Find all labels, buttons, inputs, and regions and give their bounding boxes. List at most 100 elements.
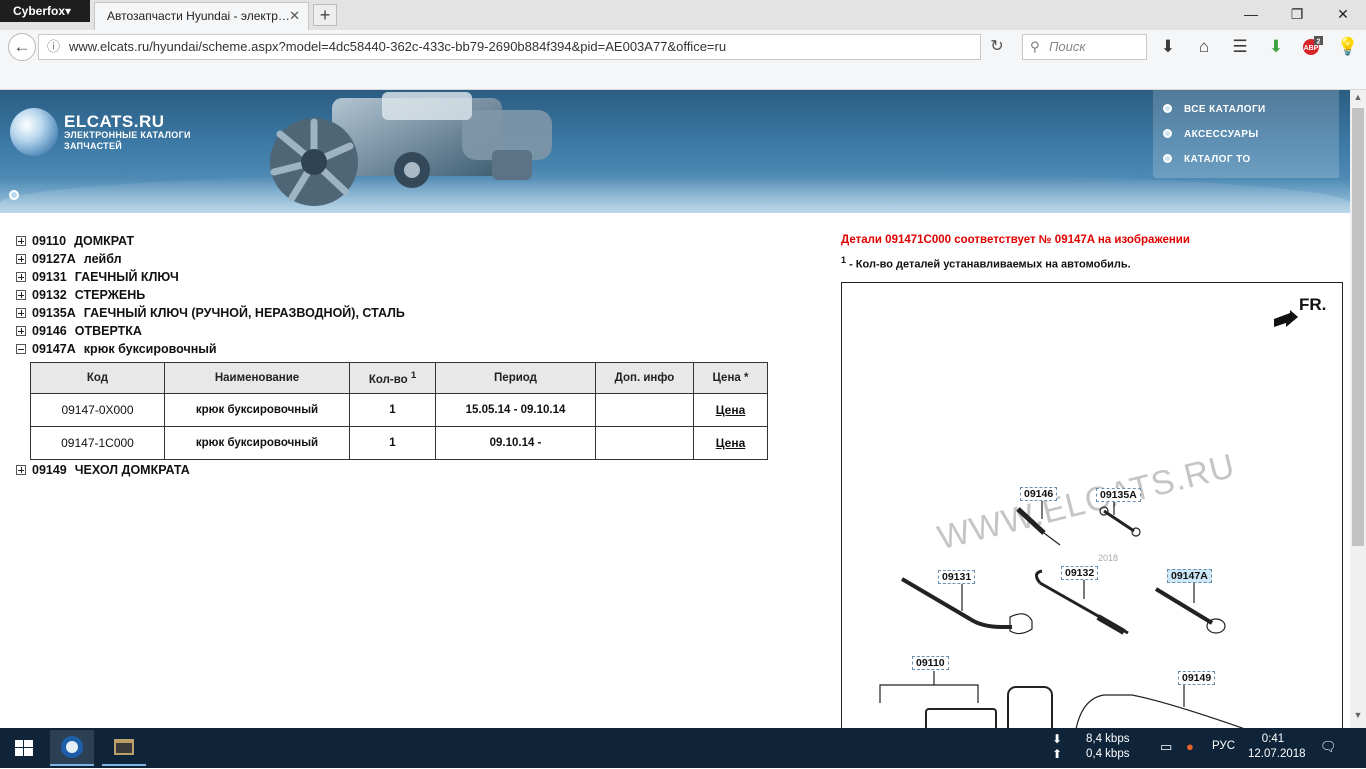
app-menu-button[interactable]: Cyberfox▾ xyxy=(0,0,90,22)
expand-icon[interactable] xyxy=(16,290,26,300)
banner-menu: ВСЕ КАТАЛОГИ АКСЕССУАРЫ КАТАЛОГ ТО xyxy=(1153,90,1339,178)
page-scrollbar[interactable]: ▲ ▼ xyxy=(1350,90,1366,728)
tray-app-icon[interactable]: ● xyxy=(1186,739,1194,754)
col-name: Наименование xyxy=(164,362,350,394)
label-09131[interactable]: 09131 xyxy=(938,570,976,584)
scroll-up-icon[interactable]: ▲ xyxy=(1350,92,1366,106)
table-row: 09147-1C000 крюк буксировочный 1 09.10.1… xyxy=(30,426,768,460)
cell-price: Цена xyxy=(693,393,768,427)
label-09135a[interactable]: 09135A xyxy=(1096,488,1141,502)
close-window-icon[interactable]: ✕ xyxy=(1320,0,1366,30)
reload-icon[interactable]: ↻ xyxy=(984,34,1010,60)
taskbar: ⬇ ⬆ 8,4 kbps 0,4 kbps ▭ ● РУС 0:41 12.07.20… xyxy=(0,728,1366,768)
table-row: 09147-0X000 крюк буксировочный 1 15.05.1… xyxy=(30,393,768,427)
browser-app-icon xyxy=(61,736,83,758)
scroll-thumb[interactable] xyxy=(1352,108,1364,546)
expand-icon[interactable] xyxy=(16,465,26,475)
expand-icon[interactable] xyxy=(16,272,26,282)
tree-item-09147a[interactable]: 09147A крюк буксировочный xyxy=(16,342,217,360)
engine-image xyxy=(270,92,552,206)
col-code: Код xyxy=(30,362,165,394)
url-text: www.elcats.ru/hyundai/scheme.aspx?model=… xyxy=(69,39,727,54)
cell-price: Цена xyxy=(693,426,768,460)
tab-title: Автозапчасти Hyundai - электр… xyxy=(107,9,290,23)
search-placeholder: Поиск xyxy=(1049,39,1086,54)
price-link[interactable]: Цена xyxy=(716,436,746,450)
tree-item-09149[interactable]: 09149 ЧЕХОЛ ДОМКРАТА xyxy=(16,463,190,481)
label-09110[interactable]: 09110 xyxy=(912,656,949,670)
page-content: ELCATS.RU ЭЛЕКТРОННЫЕ КАТАЛОГИ ЗАПЧАСТЕЙ xyxy=(0,90,1350,728)
new-tab-button[interactable]: + xyxy=(313,4,337,26)
col-period: Период xyxy=(435,362,596,394)
expand-icon[interactable] xyxy=(16,308,26,318)
bullet-icon xyxy=(1163,129,1172,138)
browser-tab[interactable]: Автозапчасти Hyundai - электр… ✕ xyxy=(94,2,309,30)
menu-icon[interactable]: ☰ xyxy=(1228,35,1252,59)
expand-icon[interactable] xyxy=(16,254,26,264)
network-icon[interactable]: ▭ xyxy=(1160,739,1172,755)
tab-close-icon[interactable]: ✕ xyxy=(289,3,300,29)
globe-logo-icon[interactable] xyxy=(10,108,58,156)
downloads-icon[interactable]: ⬇ xyxy=(1156,35,1180,59)
url-bar[interactable]: ⓘ www.elcats.ru/hyundai/scheme.aspx?mode… xyxy=(38,34,981,60)
navigation-toolbar: ← ⓘ www.elcats.ru/hyundai/scheme.aspx?mo… xyxy=(0,30,1366,90)
parts-diagram[interactable]: FR. WWW.ELCATS.RU 2018 09146 09135A 0913… xyxy=(841,282,1343,728)
bulb-icon[interactable]: 💡 xyxy=(1336,35,1360,59)
tree-item-09132[interactable]: 09132 СТЕРЖЕНЬ xyxy=(16,288,145,306)
language-indicator[interactable]: РУС xyxy=(1212,740,1235,752)
search-input[interactable]: ⚲ Поиск xyxy=(1022,34,1147,60)
tree-item-09146[interactable]: 09146 ОТВЕРТКА xyxy=(16,324,142,342)
price-link[interactable]: Цена xyxy=(716,403,746,417)
scroll-down-icon[interactable]: ▼ xyxy=(1350,710,1366,724)
taskbar-second-app[interactable] xyxy=(102,730,146,766)
menu-all-catalogs[interactable]: ВСЕ КАТАЛОГИ xyxy=(1163,102,1266,118)
label-09146[interactable]: 09146 xyxy=(1020,487,1058,501)
app-window-icon xyxy=(114,739,134,755)
info-icon[interactable]: ⓘ xyxy=(47,35,60,59)
back-button[interactable]: ← xyxy=(8,33,36,61)
banner-wave xyxy=(0,170,1350,213)
col-qty: Кол-во 1 xyxy=(349,362,436,394)
svg-text:ABP: ABP xyxy=(1304,45,1319,52)
cell-info xyxy=(595,393,694,427)
tree-item-09127a[interactable]: 09127A лейбл xyxy=(16,252,122,270)
col-info: Доп. инфо xyxy=(595,362,694,394)
menu-maintenance-catalog[interactable]: КАТАЛОГ ТО xyxy=(1163,152,1251,168)
cell-code: 09147-0X000 xyxy=(30,393,165,427)
cell-period: 15.05.14 - 09.10.14 xyxy=(435,393,596,427)
tree-item-09110[interactable]: 09110 ДОМКРАТ xyxy=(16,234,134,252)
adblock-icon[interactable]: ABP 2 xyxy=(1300,35,1324,59)
collapse-icon[interactable] xyxy=(16,344,26,354)
notifications-icon[interactable]: 🗨 xyxy=(1320,739,1337,755)
windows-start-icon[interactable] xyxy=(0,728,48,768)
expand-icon[interactable] xyxy=(16,236,26,246)
menu-accessories[interactable]: АКСЕССУАРЫ xyxy=(1163,127,1259,143)
logo-title[interactable]: ELCATS.RU xyxy=(64,112,165,132)
search-icon: ⚲ xyxy=(1030,39,1040,54)
tree-item-09131[interactable]: 09131 ГАЕЧНЫЙ КЛЮЧ xyxy=(16,270,179,288)
bullet-icon xyxy=(1163,154,1172,163)
browser-tab-bar: Cyberfox▾ Автозапчасти Hyundai - электр…… xyxy=(0,0,1366,30)
tree-item-09135a[interactable]: 09135A ГАЕЧНЫЙ КЛЮЧ (РУЧНОЙ, НЕРАЗВОДНОЙ)… xyxy=(16,306,405,324)
network-arrows-icon: ⬇ ⬆ xyxy=(1052,732,1063,761)
bullet-icon xyxy=(1163,104,1172,113)
expand-icon[interactable] xyxy=(16,326,26,336)
maximize-icon[interactable]: ❐ xyxy=(1274,0,1320,30)
quantity-footnote: 1 - Кол-во деталей устанавливаемых на ав… xyxy=(841,255,1131,271)
logo-subtitle-line-2: ЗАПЧАСТЕЙ xyxy=(64,141,123,151)
site-banner: ELCATS.RU ЭЛЕКТРОННЫЕ КАТАЛОГИ ЗАПЧАСТЕЙ xyxy=(0,90,1350,213)
label-09147a[interactable]: 09147A xyxy=(1167,569,1212,583)
taskbar-browser-app[interactable] xyxy=(50,730,94,766)
logo-subtitle-line-1: ЭЛЕКТРОННЫЕ КАТАЛОГИ xyxy=(64,130,191,140)
label-09132[interactable]: 09132 xyxy=(1061,566,1099,580)
col-price: Цена * xyxy=(693,362,768,394)
download-helper-icon[interactable]: ⬇ xyxy=(1264,35,1288,59)
svg-text:2: 2 xyxy=(1317,39,1321,46)
adblock-badge-icon: ABP 2 xyxy=(1303,36,1323,55)
cell-code: 09147-1C000 xyxy=(30,426,165,460)
clock[interactable]: 0:41 12.07.2018 xyxy=(1248,732,1306,762)
minimize-icon[interactable]: — xyxy=(1228,0,1274,30)
home-icon[interactable]: ⌂ xyxy=(1192,35,1216,59)
label-09149[interactable]: 09149 xyxy=(1178,671,1216,685)
cell-name: крюк буксировочный xyxy=(164,426,350,460)
